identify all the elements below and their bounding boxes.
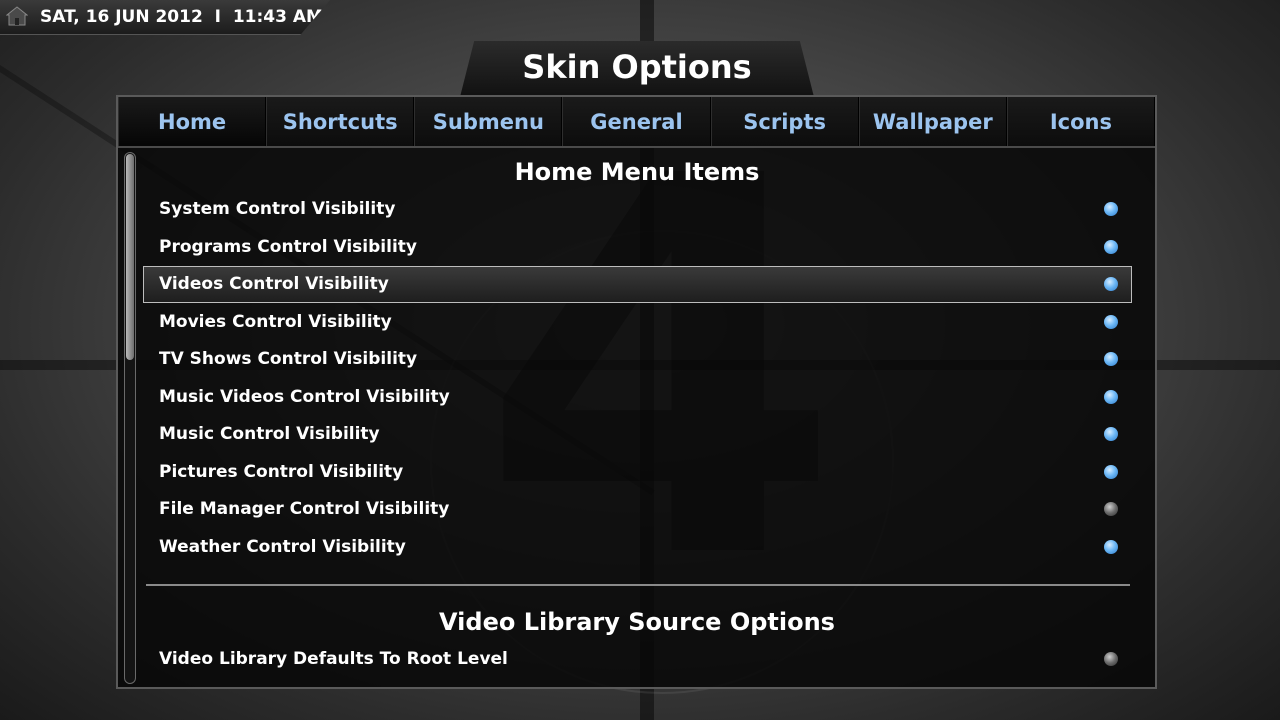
list-item-label: Weather Control Visibility [159, 537, 406, 557]
list-item-weather-control-visibility[interactable]: Weather Control Visibility [143, 529, 1132, 566]
list-item-label: Videos Control Visibility [159, 274, 389, 294]
toggle-on-indicator-icon [1104, 390, 1118, 404]
list-item-label: Programs Control Visibility [159, 237, 417, 257]
list-scrollbar[interactable] [124, 152, 136, 684]
toggle-on-indicator-icon [1104, 202, 1118, 216]
toggle-on-indicator-icon [1104, 315, 1118, 329]
tab-bar-divider [118, 146, 1155, 148]
list-item-programs-control-visibility[interactable]: Programs Control Visibility [143, 229, 1132, 266]
list-item-video-library-defaults-to-root-level[interactable]: Video Library Defaults To Root Level [143, 641, 1132, 678]
list-item-label: TV Shows Control Visibility [159, 349, 418, 369]
section-header-video-library-source-options: Video Library Source Options [439, 608, 835, 636]
tab-submenu[interactable]: Submenu [414, 97, 563, 147]
list-item-label: Music Videos Control Visibility [159, 387, 450, 407]
options-tab-bar: Home Shortcuts Submenu General Scripts W… [118, 97, 1155, 147]
list-item-label: Music Control Visibility [159, 424, 380, 444]
date-time-separator: I [214, 7, 221, 27]
section-divider [146, 584, 1130, 586]
date-time-text: SAT, 16 JUN 2012 I 11:43 AM [40, 7, 323, 27]
toggle-on-indicator-icon [1104, 465, 1118, 479]
tab-shortcuts[interactable]: Shortcuts [266, 97, 415, 147]
tab-icons[interactable]: Icons [1006, 97, 1155, 147]
list-item-music-control-visibility[interactable]: Music Control Visibility [143, 416, 1132, 453]
list-item-pictures-control-visibility[interactable]: Pictures Control Visibility [143, 454, 1132, 491]
toggle-on-indicator-icon [1104, 540, 1118, 554]
toggle-on-indicator-icon [1104, 352, 1118, 366]
tab-home[interactable]: Home [118, 97, 267, 147]
date-time-bar: SAT, 16 JUN 2012 I 11:43 AM [0, 0, 330, 35]
list-item-label: System Control Visibility [159, 199, 396, 219]
list-item-label: Movies Control Visibility [159, 312, 392, 332]
toggle-on-indicator-icon [1104, 427, 1118, 441]
section-header-home-menu-items: Home Menu Items [514, 158, 760, 186]
list-item-system-control-visibility[interactable]: System Control Visibility [143, 191, 1132, 228]
scrollbar-thumb[interactable] [126, 154, 134, 360]
toggle-off-indicator-icon [1104, 652, 1118, 666]
list-item-movies-control-visibility[interactable]: Movies Control Visibility [143, 304, 1132, 341]
tab-scripts[interactable]: Scripts [710, 97, 859, 147]
toggle-on-indicator-icon [1104, 240, 1118, 254]
page-title: Skin Options [522, 48, 752, 86]
tab-wallpaper[interactable]: Wallpaper [858, 97, 1007, 147]
home-icon[interactable] [5, 6, 29, 26]
toggle-on-indicator-icon [1104, 277, 1118, 291]
list-item-label: File Manager Control Visibility [159, 499, 450, 519]
tab-general[interactable]: General [562, 97, 711, 147]
date-text: SAT, 16 JUN 2012 [40, 7, 203, 27]
list-item-label: Video Library Defaults To Root Level [159, 649, 508, 669]
list-item-music-videos-control-visibility[interactable]: Music Videos Control Visibility [143, 379, 1132, 416]
toggle-off-indicator-icon [1104, 502, 1118, 516]
list-item-file-manager-control-visibility[interactable]: File Manager Control Visibility [143, 491, 1132, 528]
time-text: 11:43 AM [232, 7, 323, 27]
list-item-videos-control-visibility[interactable]: Videos Control Visibility [143, 266, 1132, 303]
list-item-tv-shows-control-visibility[interactable]: TV Shows Control Visibility [143, 341, 1132, 378]
list-item-label: Pictures Control Visibility [159, 462, 404, 482]
